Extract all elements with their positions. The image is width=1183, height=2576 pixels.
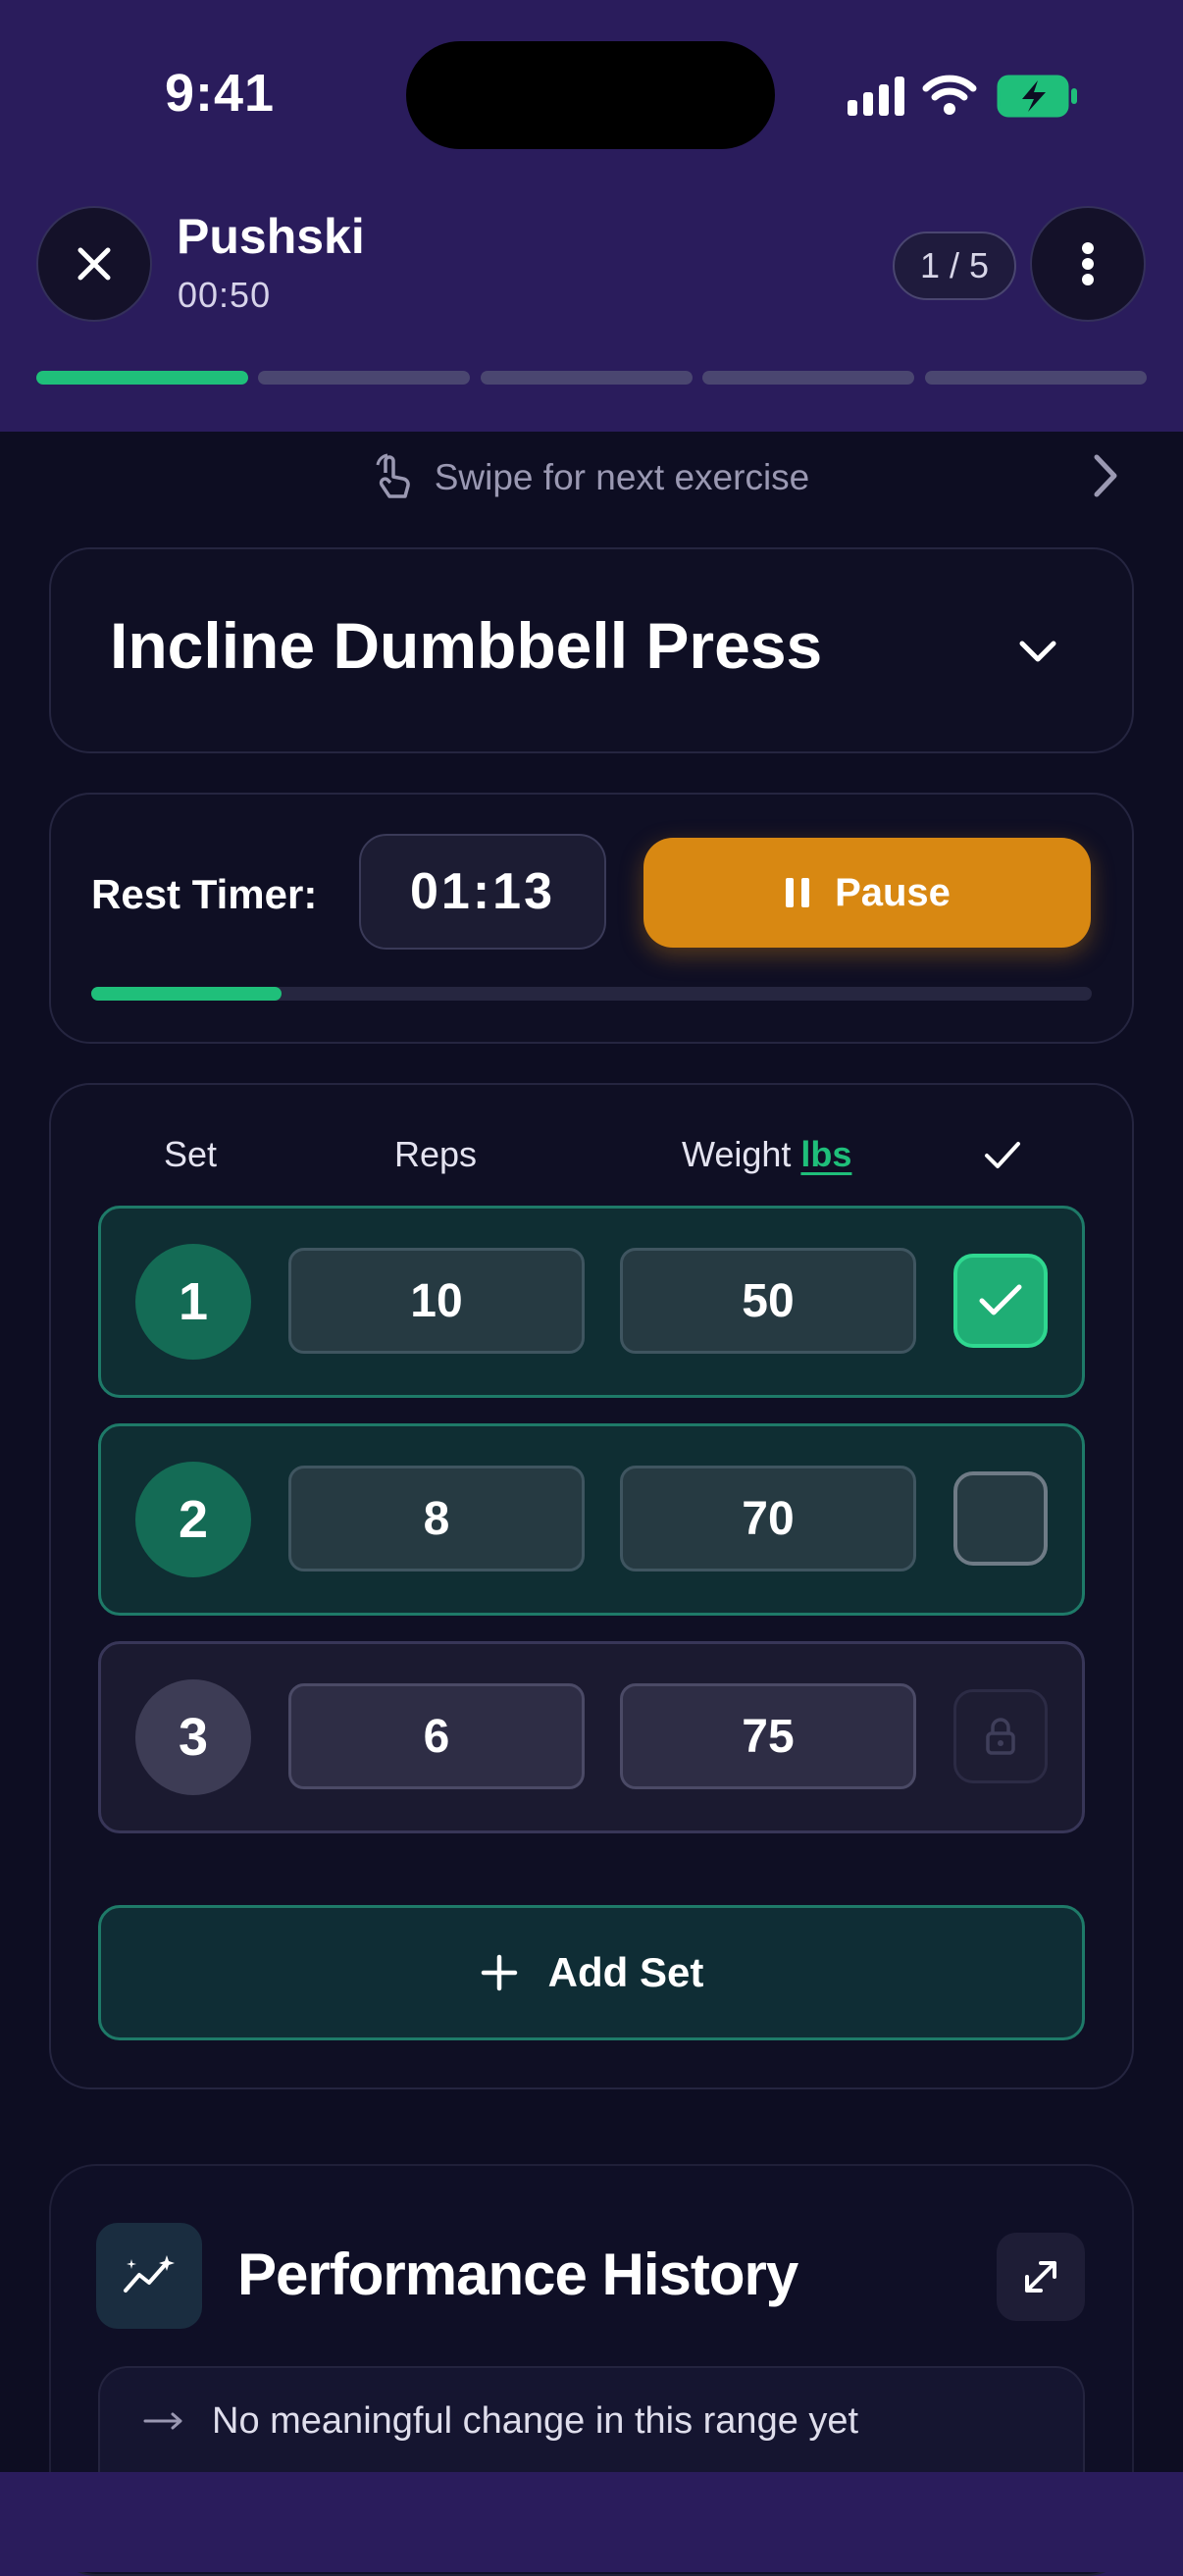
swipe-hint-text: Swipe for next exercise xyxy=(434,457,810,497)
reps-input[interactable]: 8 xyxy=(288,1466,585,1571)
wifi-icon xyxy=(922,75,977,115)
pause-label: Pause xyxy=(835,870,951,914)
expand-icon xyxy=(1025,2261,1056,2293)
chevron-right-icon[interactable] xyxy=(1091,453,1120,498)
column-header-reps: Reps xyxy=(394,1134,478,1174)
progress-segment xyxy=(36,371,248,385)
set-number-badge: 2 xyxy=(135,1462,251,1577)
check-icon xyxy=(985,1142,1020,1168)
swipe-hand-icon xyxy=(376,453,410,498)
battery-charging-icon xyxy=(997,75,1077,118)
reps-input[interactable]: 10 xyxy=(288,1248,585,1354)
reps-input[interactable]: 6 xyxy=(288,1683,585,1789)
check-icon xyxy=(979,1284,1022,1315)
set-complete-checkbox[interactable] xyxy=(953,1254,1048,1348)
set-number-badge: 3 xyxy=(135,1679,251,1795)
performance-note-text: No meaningful change in this range yet xyxy=(212,2399,859,2442)
chevron-down-icon[interactable] xyxy=(1018,638,1057,665)
progress-segment xyxy=(258,371,470,385)
column-header-set: Set xyxy=(164,1134,218,1174)
exercise-name: Incline Dumbbell Press xyxy=(110,609,823,682)
signal-icon xyxy=(848,77,904,116)
weight-label: Weight xyxy=(682,1134,792,1174)
more-vertical-icon xyxy=(1082,242,1094,285)
swipe-hint: Swipe for next exercise xyxy=(0,451,1183,504)
status-time: 9:41 xyxy=(165,64,276,123)
performance-history-title: Performance History xyxy=(237,2241,798,2307)
plus-icon xyxy=(481,1954,517,1991)
pause-button[interactable]: Pause xyxy=(643,838,1091,948)
add-set-button[interactable]: Add Set xyxy=(98,1905,1085,2040)
arrow-right-icon xyxy=(143,2412,182,2430)
more-button[interactable] xyxy=(1030,206,1146,322)
workout-title: Pushski xyxy=(177,209,365,264)
column-header-weight: Weight lbs xyxy=(682,1134,851,1175)
progress-segment xyxy=(925,371,1147,385)
dynamic-island xyxy=(406,41,775,149)
status-bar: 9:41 xyxy=(0,0,1183,186)
lock-icon xyxy=(986,1718,1015,1755)
rest-timer-label: Rest Timer: xyxy=(91,871,318,917)
performance-note: No meaningful change in this range yet xyxy=(98,2366,1085,2474)
sparkle-chart-icon xyxy=(124,2255,175,2293)
close-button[interactable] xyxy=(36,206,152,322)
rest-progress-fill xyxy=(91,987,282,1001)
rest-timer-display: 01:13 xyxy=(359,834,606,950)
set-number-badge: 1 xyxy=(135,1244,251,1360)
unit-toggle[interactable]: lbs xyxy=(800,1134,851,1174)
weight-input[interactable]: 70 xyxy=(620,1466,916,1571)
exercise-counter: 1 / 5 xyxy=(893,232,1016,300)
close-icon xyxy=(77,247,111,281)
elapsed-time: 00:50 xyxy=(178,275,272,315)
performance-icon-box xyxy=(96,2223,202,2329)
progress-segment xyxy=(481,371,693,385)
progress-segment xyxy=(702,371,914,385)
weight-input[interactable]: 50 xyxy=(620,1248,916,1354)
set-locked-checkbox xyxy=(953,1689,1048,1783)
bottom-bar xyxy=(0,2472,1183,2572)
expand-button[interactable] xyxy=(997,2233,1085,2321)
pause-icon xyxy=(786,878,810,907)
set-complete-checkbox[interactable] xyxy=(953,1471,1048,1566)
add-set-label: Add Set xyxy=(547,1949,704,1995)
weight-input[interactable]: 75 xyxy=(620,1683,916,1789)
